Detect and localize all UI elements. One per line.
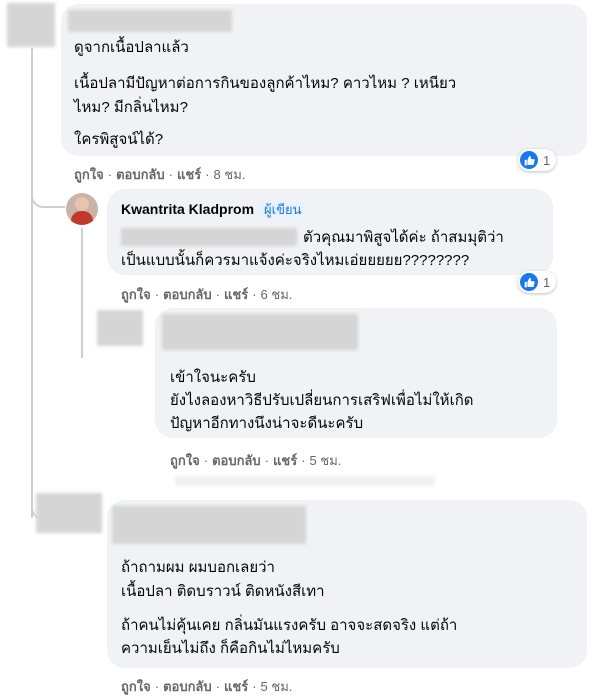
reaction-count[interactable]: 1 [518,149,557,171]
share-link[interactable]: แชร์ [224,287,248,302]
commenter-name[interactable] [112,506,306,544]
timestamp[interactable]: 5 ชม. [310,453,342,468]
share-link[interactable]: แชร์ [224,679,248,694]
timestamp[interactable]: 6 ชม. [261,287,293,302]
commenter-name[interactable] [162,314,358,350]
reaction-number: 1 [543,152,551,168]
reaction-number: 1 [543,274,551,290]
like-link[interactable]: ถูกใจ [74,167,104,182]
comment-text: ยังไงลองหาวิธีปรับเปลี่ยนการเสริฟเพื่อไม… [170,392,474,409]
commenter-name[interactable]: Kwantrita Kladprom [121,201,254,217]
comment-text: ถ้าถามผม ผมบอกเลยว่า [121,559,275,576]
comment-text: เนื้อปลามีปัญหาต่อการกินของลูกค้าไหม? คา… [74,75,457,92]
comment-text: เนื้อปลา ติดบราวน์ ติดหนังสีเทา [121,583,325,600]
commenter-name[interactable] [68,10,232,32]
comment-text: ดูจากเนื้อปลาแล้ว [74,39,189,56]
thread-line [31,48,33,518]
comment-actions: ถูกใจ · ตอบกลับ · แชร์ · 5 ชม. [121,679,293,694]
comment-actions: ถูกใจ · ตอบกลับ · แชร์ · 6 ชม. [121,287,293,302]
like-link[interactable]: ถูกใจ [121,679,151,694]
thread-line-nested [81,228,83,358]
reaction-count[interactable]: 1 [518,271,557,293]
comment-actions: ถูกใจ · ตอบกลับ · แชร์ · 8 ชม. [74,167,246,182]
comment-text: ถ้าคนไม่คุ้นเคย กลิ่นมันแรงครับ อาจจะสดจ… [121,617,458,634]
like-link[interactable]: ถูกใจ [170,453,200,468]
comment-author: Kwantrita Kladprom ผู้เขียน [121,201,306,219]
share-link[interactable]: แชร์ [273,453,297,468]
comment-text: ไหม? มีกลิ่นไหม? [74,99,188,116]
author-badge: ผู้เขียน [260,201,306,219]
avatar[interactable] [36,493,102,533]
reply-link[interactable]: ตอบกลับ [212,453,261,468]
comment-text: เป็นแบบนั้นก็ควรมาแจ้งค่ะจริงไหมเอ่ยยยยย… [121,252,470,269]
timestamp[interactable]: 5 ชม. [261,679,293,694]
like-thumb-icon [520,273,538,291]
reply-link[interactable]: ตอบกลับ [163,679,212,694]
reply-link[interactable]: ตอบกลับ [163,287,212,302]
thread-curve [31,176,65,208]
reply-link[interactable]: ตอบกลับ [116,167,165,182]
mention-tag[interactable] [121,228,297,246]
comment-text: เข้าใจนะครับ [170,369,256,386]
like-thumb-icon [520,151,538,169]
avatar[interactable] [97,310,143,346]
hidden-replies-link[interactable] [175,476,435,486]
avatar[interactable] [66,193,98,225]
share-link[interactable]: แชร์ [177,167,201,182]
comment-actions: ถูกใจ · ตอบกลับ · แชร์ · 5 ชม. [170,453,342,468]
avatar[interactable] [7,3,55,47]
comment-text: ความเย็นไม่ถึง ก็คือกินไม่ไหมครับ [121,640,340,657]
timestamp[interactable]: 8 ชม. [214,167,246,182]
comment-text: ตัวคุณมาพิสูจได้ค่ะ ถ้าสมมุติว่า [303,229,504,246]
comment-text: ใครพิสูจน์ได้? [74,131,164,148]
like-link[interactable]: ถูกใจ [121,287,151,302]
comment-text: ปัญหาอีกทางนึงน่าจะดีนะครับ [170,415,364,432]
